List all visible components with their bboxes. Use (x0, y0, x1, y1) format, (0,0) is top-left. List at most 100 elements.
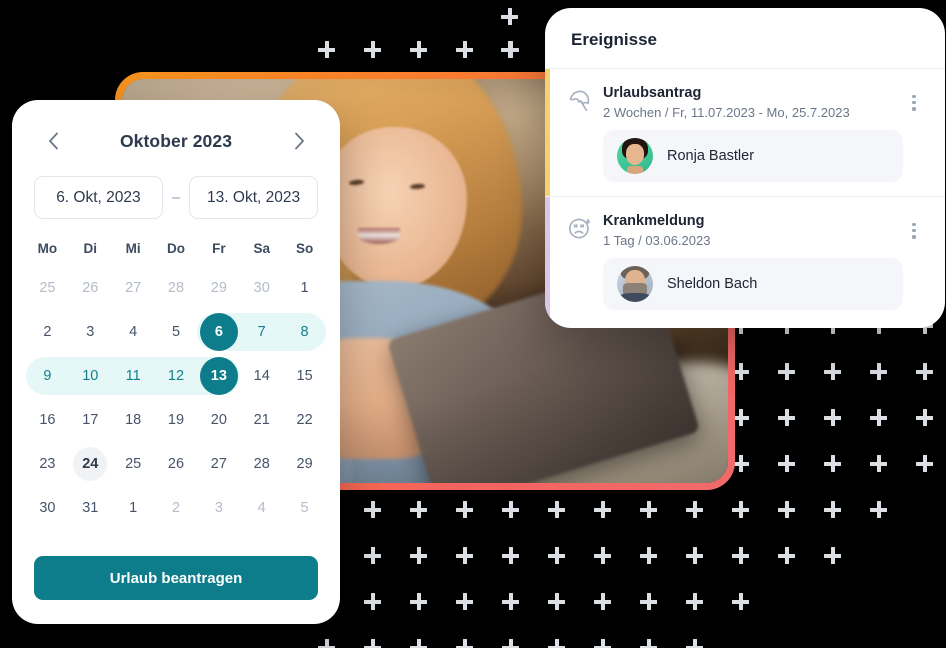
plus-decoration-icon (594, 501, 611, 518)
plus-decoration-icon (548, 593, 565, 610)
start-date-input[interactable]: 6. Okt, 2023 (34, 176, 163, 219)
plus-decoration-icon (502, 41, 519, 58)
calendar-day-cell[interactable]: 21 (240, 398, 283, 442)
plus-decoration-icon (502, 501, 519, 518)
calendar-day-cell[interactable]: 19 (155, 398, 198, 442)
plus-decoration-icon (410, 547, 427, 564)
calendar-day-cell[interactable]: 10 (69, 354, 112, 398)
plus-decoration-icon (456, 639, 473, 648)
plus-decoration-icon (594, 593, 611, 610)
calendar-day-cell[interactable]: 27 (197, 442, 240, 486)
plus-decoration-icon (870, 501, 887, 518)
weekday-label-di: Di (83, 241, 98, 256)
calendar-day-cell[interactable]: 17 (69, 398, 112, 442)
calendar-day-cell[interactable]: 31 (69, 486, 112, 530)
plus-decoration-icon (824, 409, 841, 426)
plus-decoration-icon (502, 593, 519, 610)
calendar-weekday-header: Mo Di Mi Do Fr Sa So (12, 219, 340, 256)
person-name: Sheldon Bach (667, 276, 758, 292)
event-title: Krankmeldung (603, 213, 705, 229)
plus-decoration-icon (870, 363, 887, 380)
calendar-day-cell[interactable]: 3 (197, 486, 240, 530)
chevron-left-icon[interactable] (38, 126, 68, 156)
plus-decoration-icon (456, 593, 473, 610)
calendar-day-cell[interactable]: 29 (197, 266, 240, 310)
calendar-day-cell[interactable]: 28 (240, 442, 283, 486)
avatar (617, 266, 653, 302)
avatar (617, 138, 653, 174)
calendar-day-cell[interactable]: 24 (69, 442, 112, 486)
calendar-day-cell[interactable]: 30 (240, 266, 283, 310)
calendar-day-cell[interactable]: 6 (197, 310, 240, 354)
plus-decoration-icon (318, 639, 335, 648)
plus-decoration-icon (501, 8, 518, 25)
plus-decoration-icon (548, 501, 565, 518)
weekday-label-do: Do (166, 241, 185, 256)
calendar-day-cell[interactable]: 1 (283, 266, 326, 310)
calendar-day-cell[interactable]: 2 (26, 310, 69, 354)
calendar-day-cell[interactable]: 3 (69, 310, 112, 354)
plus-decoration-icon (916, 363, 933, 380)
calendar-day-cell[interactable]: 23 (26, 442, 69, 486)
event-meta: 1 Tag / 03.06.2023 (603, 233, 711, 248)
calendar-day-cell[interactable]: 29 (283, 442, 326, 486)
plus-decoration-icon (410, 593, 427, 610)
calendar-day-cell[interactable]: 9 (26, 354, 69, 398)
calendar-day-cell[interactable]: 12 (155, 354, 198, 398)
calendar-day-cell[interactable]: 2 (155, 486, 198, 530)
events-panel: Ereignisse Urlaubsantrag 2 Wochen / Fr, 1… (545, 8, 945, 328)
calendar-day-cell[interactable]: 26 (69, 266, 112, 310)
calendar-day-cell[interactable]: 25 (112, 442, 155, 486)
calendar-day-cell[interactable]: 20 (197, 398, 240, 442)
calendar-day-cell[interactable]: 5 (155, 310, 198, 354)
chevron-right-icon[interactable] (284, 126, 314, 156)
calendar-day-cell[interactable]: 1 (112, 486, 155, 530)
calendar-day-cell[interactable]: 30 (26, 486, 69, 530)
event-meta: 2 Wochen / Fr, 11.07.2023 - Mo, 25.7.202… (603, 105, 850, 120)
plus-decoration-icon (732, 593, 749, 610)
more-options-icon[interactable] (903, 85, 925, 182)
event-person-chip[interactable]: Ronja Bastler (603, 130, 903, 182)
plus-decoration-icon (824, 455, 841, 472)
plus-decoration-icon (364, 593, 381, 610)
calendar-day-cell[interactable]: 8 (283, 310, 326, 354)
range-separator: – (171, 189, 181, 206)
more-options-icon[interactable] (903, 213, 925, 310)
weekday-label-sa: Sa (253, 241, 270, 256)
plus-decoration-icon (916, 409, 933, 426)
plus-decoration-icon (364, 41, 381, 58)
weekday-label-so: So (295, 241, 314, 256)
calendar-day-cell[interactable]: 4 (112, 310, 155, 354)
plus-decoration-icon (640, 547, 657, 564)
event-row[interactable]: Krankmeldung 1 Tag / 03.06.2023 Sheldon Ba… (545, 197, 945, 324)
calendar-day-cell[interactable]: 11 (112, 354, 155, 398)
calendar-day-cell[interactable]: 5 (283, 486, 326, 530)
calendar-day-cell[interactable]: 7 (240, 310, 283, 354)
event-body: Urlaubsantrag 2 Wochen / Fr, 11.07.2023 -… (603, 85, 903, 182)
calendar-day-cell[interactable]: 13 (197, 354, 240, 398)
events-panel-title: Ereignisse (545, 8, 945, 69)
plus-decoration-icon (824, 363, 841, 380)
calendar-day-cell[interactable]: 26 (155, 442, 198, 486)
end-date-input[interactable]: 13. Okt, 2023 (189, 176, 318, 219)
calendar-day-cell[interactable]: 28 (155, 266, 198, 310)
plus-decoration-icon (456, 547, 473, 564)
calendar-day-cell[interactable]: 27 (112, 266, 155, 310)
plus-decoration-icon (364, 547, 381, 564)
calendar-day-cell[interactable]: 14 (240, 354, 283, 398)
request-vacation-button[interactable]: Urlaub beantragen (34, 556, 318, 600)
calendar-day-cell[interactable]: 25 (26, 266, 69, 310)
plus-decoration-icon (732, 501, 749, 518)
event-person-chip[interactable]: Sheldon Bach (603, 258, 903, 310)
calendar-day-cell[interactable]: 15 (283, 354, 326, 398)
calendar-day-cell[interactable]: 4 (240, 486, 283, 530)
calendar-day-cell[interactable]: 16 (26, 398, 69, 442)
event-row[interactable]: Urlaubsantrag 2 Wochen / Fr, 11.07.2023 -… (545, 69, 945, 197)
calendar-day-cell[interactable]: 18 (112, 398, 155, 442)
calendar-day-cell[interactable]: 22 (283, 398, 326, 442)
date-range-fields: 6. Okt, 2023 – 13. Okt, 2023 (12, 160, 340, 219)
plus-decoration-icon (502, 547, 519, 564)
plus-decoration-icon (686, 639, 703, 648)
plus-decoration-icon (686, 547, 703, 564)
plus-decoration-icon (548, 547, 565, 564)
